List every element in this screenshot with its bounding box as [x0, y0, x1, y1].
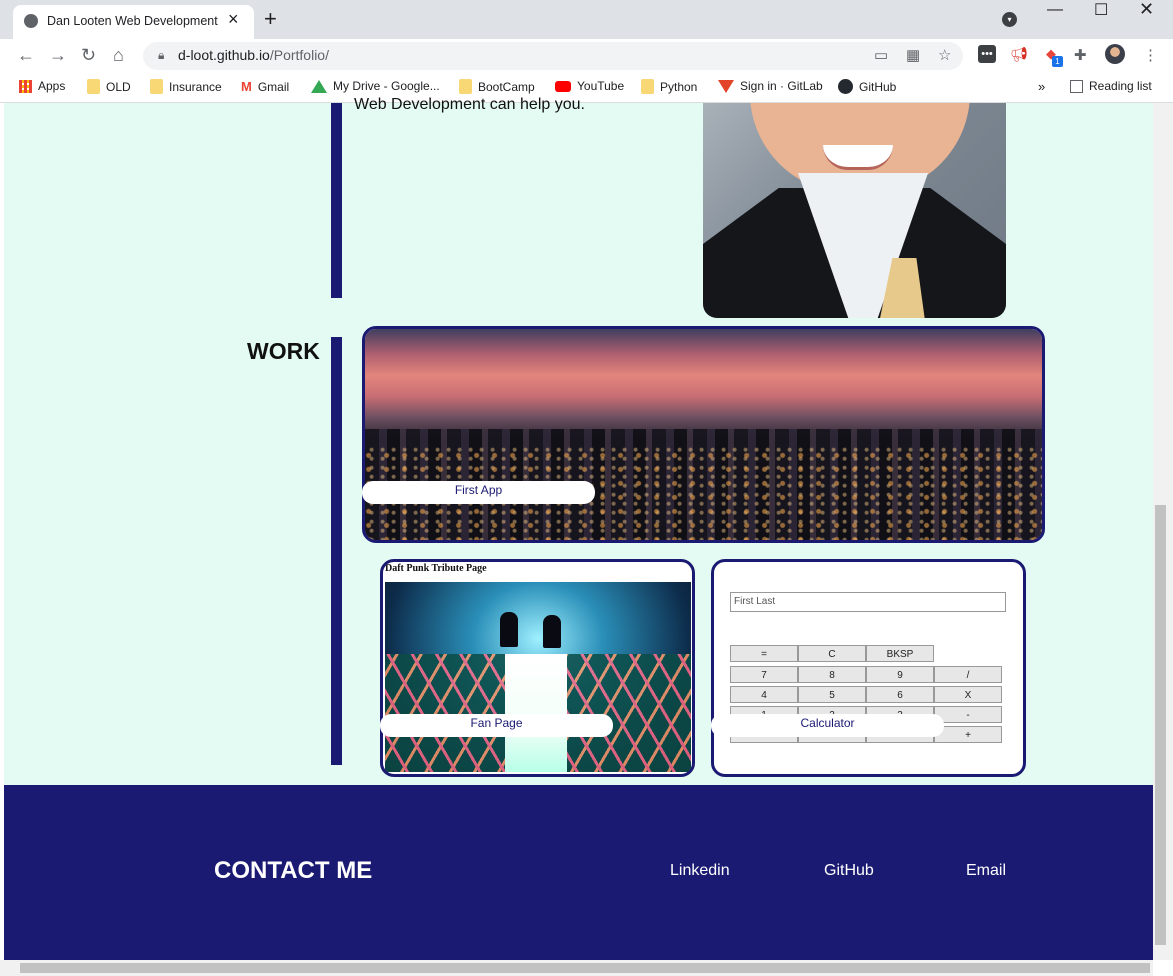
reading-list-icon: [1070, 79, 1083, 93]
bookmark-drive[interactable]: My Drive - Google...: [311, 79, 440, 93]
url-text[interactable]: d-loot.github.io/Portfolio/: [178, 47, 329, 63]
calc-key-4: 4: [730, 686, 798, 703]
globe-icon: [24, 14, 38, 28]
bookmark-label: Sign in · GitLab: [740, 79, 823, 93]
folder-icon: [459, 79, 472, 94]
youtube-icon: [555, 80, 571, 92]
bookmark-github[interactable]: GitHub: [838, 79, 896, 94]
calculator-name-field: First Last: [730, 592, 1006, 612]
puzzle-icon[interactable]: ✚: [1074, 46, 1087, 64]
more-bookmarks-icon[interactable]: »: [1038, 79, 1045, 94]
bookmark-gitlab[interactable]: Sign in · GitLab: [718, 79, 823, 93]
calc-key-6: 6: [866, 686, 934, 703]
qr-code-icon[interactable]: ▦: [906, 46, 920, 64]
bookmark-label: Python: [660, 79, 698, 94]
forward-icon[interactable]: →: [49, 45, 67, 66]
calc-key-plus: +: [934, 726, 1002, 743]
calc-key-equals: =: [730, 645, 798, 662]
calc-key-7: 7: [730, 666, 798, 683]
project-card-first-app[interactable]: [362, 326, 1045, 543]
menu-icon[interactable]: ⋮: [1143, 46, 1158, 64]
bookmark-python[interactable]: Python: [641, 79, 697, 94]
extension-badge: 1: [1052, 56, 1063, 67]
close-window-icon[interactable]: ✕: [1139, 0, 1154, 20]
performer-left: [500, 612, 518, 647]
fan-page-label[interactable]: Fan Page: [380, 714, 613, 737]
vertical-scrollbar-thumb[interactable]: [1155, 505, 1166, 945]
bookmark-bootcamp[interactable]: BootCamp: [459, 79, 535, 94]
calc-key-multiply: X: [934, 686, 1002, 703]
reading-list-label: Reading list: [1089, 79, 1152, 93]
bookmark-label: My Drive - Google...: [333, 79, 440, 93]
tab-title: Dan Looten Web Development: [47, 14, 218, 28]
calc-key-5: 5: [798, 686, 866, 703]
work-title: WORK: [247, 338, 320, 364]
bookmark-label: OLD: [106, 79, 131, 94]
bookmark-label: GitHub: [859, 79, 897, 94]
bookmark-gmail[interactable]: M Gmail: [241, 79, 289, 94]
profile-avatar[interactable]: [1105, 44, 1125, 64]
extension-dots-icon[interactable]: •••: [978, 45, 996, 63]
work-accent-bar: [331, 337, 342, 765]
calc-key-backspace: BKSP: [866, 645, 934, 662]
folder-icon: [150, 79, 163, 94]
bookmark-label: BootCamp: [478, 79, 535, 94]
project-card-calculator[interactable]: First Last = C BKSP 7 8 9 / 4 5 6 X 1 2 …: [711, 559, 1026, 777]
email-link[interactable]: Email: [966, 862, 1006, 880]
bookmark-old[interactable]: OLD: [87, 79, 131, 94]
megaphone-icon[interactable]: 📢︎: [1010, 45, 1028, 63]
calculator-label[interactable]: Calculator: [711, 714, 944, 737]
profile-photo: [703, 103, 1006, 318]
contact-title: CONTACT ME: [214, 857, 373, 884]
gmail-icon: M: [241, 79, 252, 94]
home-icon[interactable]: ⌂: [113, 45, 124, 66]
about-text: Web Development can help you.: [354, 96, 585, 113]
first-app-label[interactable]: First App: [362, 481, 595, 504]
lock-icon[interactable]: 🔒︎: [158, 48, 164, 63]
performer-right: [543, 615, 561, 648]
url-path: /Portfolio/: [269, 47, 329, 63]
apps-grid-icon: [19, 79, 32, 93]
github-link[interactable]: GitHub: [824, 862, 874, 880]
maximize-icon[interactable]: ☐: [1094, 0, 1108, 20]
about-accent-bar: [331, 103, 342, 298]
daft-punk-image: [385, 582, 691, 772]
folder-icon: [87, 79, 100, 94]
calc-key-minus: -: [934, 706, 1002, 723]
minimize-icon[interactable]: —: [1047, 1, 1063, 19]
drive-icon: [311, 79, 327, 93]
cast-icon[interactable]: ▭: [874, 46, 888, 64]
browser-tab[interactable]: Dan Looten Web Development ×: [13, 5, 254, 39]
bookmark-star-icon[interactable]: ☆: [938, 46, 951, 64]
fan-page-heading: Daft Punk Tribute Page: [385, 563, 487, 574]
calc-key-divide: /: [934, 666, 1002, 683]
folder-icon: [641, 79, 654, 94]
calc-key-8: 8: [798, 666, 866, 683]
bookmark-label: Insurance: [169, 79, 222, 94]
reading-list-button[interactable]: Reading list: [1070, 79, 1152, 93]
bookmark-apps[interactable]: Apps: [19, 79, 65, 93]
bookmark-youtube[interactable]: YouTube: [555, 79, 624, 93]
new-tab-button[interactable]: +: [264, 6, 277, 32]
bookmark-label: YouTube: [577, 79, 625, 93]
calc-key-9: 9: [866, 666, 934, 683]
gitlab-icon: [718, 79, 734, 93]
horizontal-scrollbar-thumb[interactable]: [20, 963, 1150, 973]
calc-key-clear: C: [798, 645, 866, 662]
tab-search-icon[interactable]: ▾: [1002, 12, 1017, 27]
project-card-fan-page[interactable]: Daft Punk Tribute Page: [380, 559, 695, 777]
linkedin-link[interactable]: Linkedin: [670, 862, 730, 880]
url-host: d-loot.github.io: [178, 47, 270, 63]
bookmark-label: Gmail: [257, 79, 290, 94]
center-light: [505, 654, 567, 772]
bookmark-label: Apps: [38, 79, 66, 93]
close-tab-icon[interactable]: ×: [228, 9, 239, 30]
back-icon[interactable]: ←: [17, 45, 35, 66]
bookmark-insurance[interactable]: Insurance: [150, 79, 222, 94]
github-icon: [838, 79, 853, 94]
reload-icon[interactable]: ↻: [81, 45, 96, 66]
